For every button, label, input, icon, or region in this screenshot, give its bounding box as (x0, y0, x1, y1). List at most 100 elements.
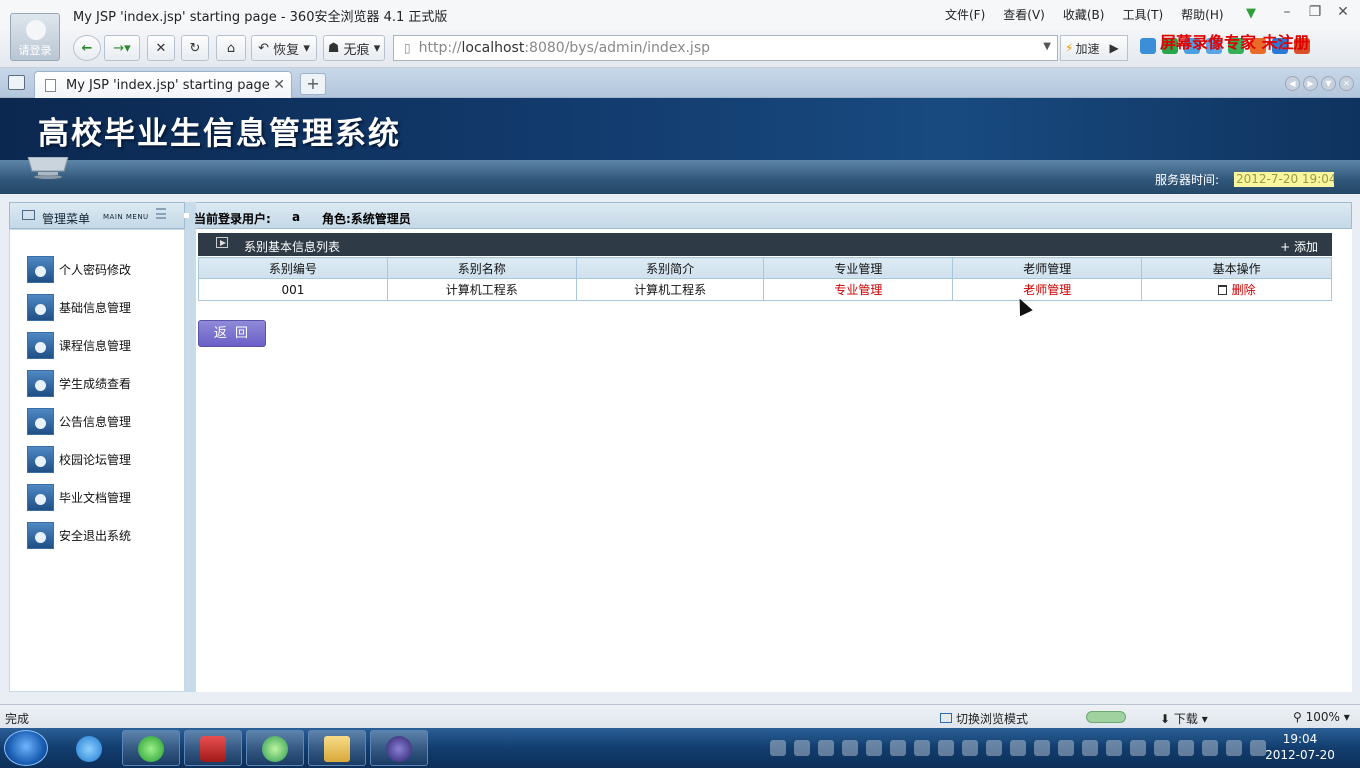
download-button[interactable]: ⬇ 下载 ▾ (1160, 710, 1208, 727)
bullet-icon (184, 213, 189, 218)
tab-prev-icon[interactable]: ◀ (1285, 76, 1300, 91)
taskbar-ie[interactable] (60, 730, 118, 766)
panel-splitter[interactable] (185, 202, 196, 692)
page-icon: ▯ (404, 41, 411, 55)
refresh-button[interactable]: ↻ (181, 35, 209, 61)
menu-item-logout[interactable]: 安全退出系统 (27, 520, 131, 550)
menu-item-grades[interactable]: 学生成绩查看 (27, 368, 131, 398)
switch-mode-button[interactable]: 切换浏览模式 (940, 710, 1028, 727)
toggle-switch[interactable] (1086, 711, 1126, 723)
internet-explorer-icon (76, 736, 102, 762)
column-header: 基本操作 (1141, 257, 1332, 279)
tray-app-icon[interactable] (1058, 740, 1074, 756)
login-avatar[interactable]: 请登录 (10, 13, 60, 61)
tray-app-icon[interactable] (842, 740, 858, 756)
tray-app-icon[interactable] (1034, 740, 1050, 756)
menu-item-label: 课程信息管理 (59, 338, 132, 353)
list-title: 系别基本信息列表 (244, 240, 341, 254)
menu-item-password[interactable]: 个人密码修改 (27, 254, 131, 284)
chevron-down-icon[interactable]: ▼ (1043, 41, 1051, 52)
taskbar-explorer[interactable] (308, 730, 366, 766)
tab-close-icon[interactable]: ✕ (273, 77, 285, 93)
login-label: 请登录 (18, 44, 52, 57)
back-button[interactable]: ← (73, 35, 101, 61)
back-button[interactable]: 返 回 (198, 320, 266, 347)
taskbar-360-browser[interactable] (122, 730, 180, 766)
menu-item-label: 基础信息管理 (59, 300, 132, 315)
add-button[interactable]: + 添加 (1280, 238, 1318, 255)
user-window-icon (27, 483, 54, 511)
sidebar-toggle-icon[interactable] (8, 75, 25, 90)
home-button[interactable]: ⌂ (216, 35, 246, 61)
tab-navigation: ◀ ▶ ▼ ✕ (1285, 76, 1354, 91)
taskbar-clock[interactable]: 19:04 2012-07-20 (1262, 731, 1338, 763)
system-tray (770, 740, 1266, 756)
skin-shirt-icon[interactable]: ▼ (1246, 6, 1256, 21)
close-icon[interactable]: ✕ (1334, 4, 1352, 20)
speed-up-button[interactable]: ⚡ 加速 ▶ (1060, 35, 1128, 61)
menu-item-forum[interactable]: 校园论坛管理 (27, 444, 131, 474)
qq-icon[interactable] (962, 740, 978, 756)
minimize-icon[interactable]: – (1278, 4, 1296, 20)
qq-icon[interactable] (914, 740, 930, 756)
qq-icon[interactable] (866, 740, 882, 756)
menu-help[interactable]: 帮助(H) (1181, 6, 1223, 23)
major-management-link[interactable]: 专业管理 (834, 283, 882, 297)
user-window-icon (27, 331, 54, 359)
tray-app-icon[interactable] (1106, 740, 1122, 756)
360-browser-icon (138, 736, 164, 762)
restore-button[interactable]: ↶ 恢复 ▾ (251, 35, 317, 61)
menu-file[interactable]: 文件(F) (945, 6, 985, 23)
forward-button[interactable]: →▾ (104, 35, 140, 61)
taskbar-globe[interactable] (246, 730, 304, 766)
flag-icon[interactable] (1178, 740, 1194, 756)
table-row: 001 计算机工程系 计算机工程系 专业管理 老师管理 删除 (198, 278, 1332, 301)
tray-app-icon[interactable] (794, 740, 810, 756)
taskbar-toolbox[interactable] (184, 730, 242, 766)
shield-icon[interactable] (1082, 740, 1098, 756)
tray-app-icon[interactable] (1202, 740, 1218, 756)
delete-link[interactable]: 删除 (1232, 283, 1256, 297)
tab-next-icon[interactable]: ▶ (1303, 76, 1318, 91)
server-time-label: 服务器时间: (1155, 173, 1220, 187)
qq-icon[interactable] (938, 740, 954, 756)
address-bar[interactable]: ▯ http://localhost:8080/bys/admin/index.… (393, 35, 1058, 61)
tray-app-icon[interactable] (1130, 740, 1146, 756)
maximize-icon[interactable]: ❐ (1306, 4, 1324, 20)
menu-view[interactable]: 查看(V) (1003, 6, 1045, 23)
tray-app-icon[interactable] (1154, 740, 1170, 756)
cube-extension-icon[interactable] (1140, 38, 1156, 54)
menu-collapse-icon[interactable] (156, 208, 166, 219)
new-tab-button[interactable]: + (300, 73, 326, 95)
address-url[interactable]: http://localhost:8080/bys/admin/index.js… (419, 40, 710, 56)
tray-app-icon[interactable] (818, 740, 834, 756)
network-icon[interactable] (1226, 740, 1242, 756)
menu-item-label: 安全退出系统 (59, 528, 132, 543)
tab-list-icon[interactable]: ▼ (1321, 76, 1336, 91)
play-icon: ▶ (1109, 41, 1119, 55)
user-window-icon (27, 293, 54, 321)
keyboard-icon[interactable] (770, 740, 786, 756)
zoom-control[interactable]: ⚲ 100% ▾ (1293, 710, 1350, 724)
monitor-icon (27, 157, 69, 179)
teacher-management-link[interactable]: 老师管理 (1023, 283, 1071, 297)
stop-button[interactable]: ✕ (147, 35, 175, 61)
major-cell: 专业管理 (763, 278, 954, 301)
tab-close-all-icon[interactable]: ✕ (1339, 76, 1354, 91)
qq-icon[interactable] (890, 740, 906, 756)
browser-title-bar: My JSP 'index.jsp' starting page - 360安全… (0, 0, 1360, 30)
start-button[interactable] (4, 730, 48, 766)
tab-index[interactable]: My JSP 'index.jsp' starting page ✕ (34, 71, 292, 98)
table-header-row: 系别编号 系别名称 系别简介 专业管理 老师管理 基本操作 (198, 257, 1332, 279)
menu-item-announcements[interactable]: 公告信息管理 (27, 406, 131, 436)
menu-tools[interactable]: 工具(T) (1122, 6, 1163, 23)
tray-app-icon[interactable] (1010, 740, 1026, 756)
menu-item-documents[interactable]: 毕业文档管理 (27, 482, 131, 512)
no-trace-button[interactable]: ☗ 无痕 ▾ (323, 35, 385, 61)
menu-item-course-info[interactable]: 课程信息管理 (27, 330, 131, 360)
tray-app-icon[interactable] (986, 740, 1002, 756)
menu-favorites[interactable]: 收藏(B) (1063, 6, 1105, 23)
menu-item-basic-info[interactable]: 基础信息管理 (27, 292, 131, 322)
refresh-icon: ↻ (189, 40, 201, 56)
taskbar-eclipse[interactable] (370, 730, 428, 766)
